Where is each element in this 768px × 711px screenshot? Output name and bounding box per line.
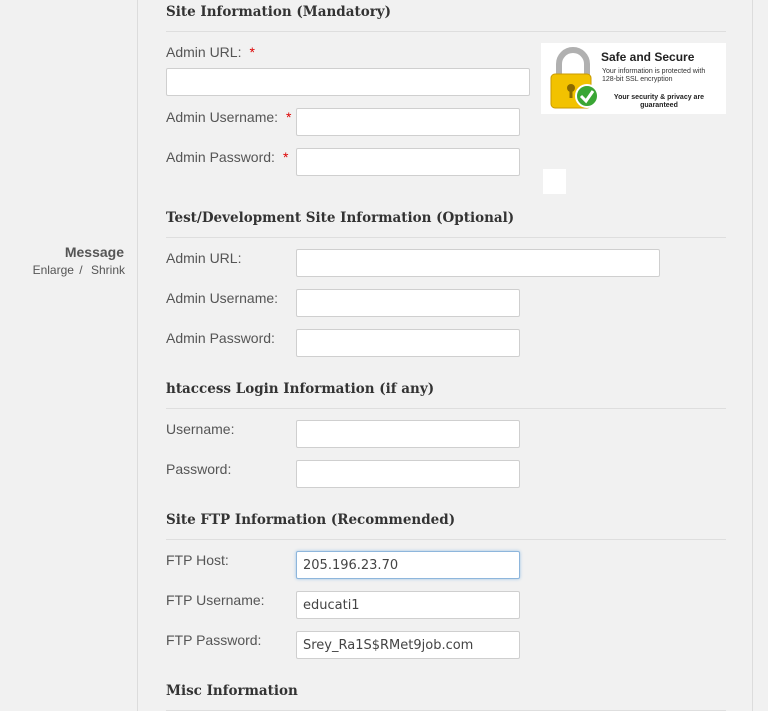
misc-title: Misc Information xyxy=(166,683,298,699)
htaccess-username-label: Username: xyxy=(166,421,235,437)
test-site-title: Test/Development Site Information (Optio… xyxy=(166,210,515,226)
ftp-host-input[interactable] xyxy=(296,551,520,579)
test-admin-url-label: Admin URL: xyxy=(166,250,242,266)
enlarge-shrink-controls: Enlarge / Shrink xyxy=(33,263,125,277)
admin-password-label: Admin Password: * xyxy=(166,149,289,165)
sidebar-column: Message Enlarge / Shrink xyxy=(0,0,138,711)
admin-username-label: Admin Username: * xyxy=(166,109,292,125)
padlock-icon xyxy=(550,47,599,109)
ssl-title: Safe and Secure xyxy=(601,50,695,64)
ftp-username-input[interactable] xyxy=(296,591,520,619)
test-admin-password-label: Admin Password: xyxy=(166,330,275,346)
section-divider xyxy=(166,237,726,238)
ssl-secure-badge: Safe and Secure Your information is prot… xyxy=(541,43,726,114)
admin-url-label: Admin URL: * xyxy=(166,44,255,60)
test-admin-password-input[interactable] xyxy=(296,329,520,357)
required-marker: * xyxy=(282,149,289,165)
section-divider xyxy=(166,539,726,540)
ftp-password-input[interactable] xyxy=(296,631,520,659)
shrink-link[interactable]: Shrink xyxy=(91,263,125,277)
section-divider xyxy=(166,31,726,32)
htaccess-password-input[interactable] xyxy=(296,460,520,488)
ftp-host-label: FTP Host: xyxy=(166,552,229,568)
test-admin-url-input[interactable] xyxy=(296,249,660,277)
separator: / xyxy=(79,263,83,277)
ssl-line1: Your information is protected with xyxy=(602,68,706,75)
form-column: Site Information (Mandatory) Admin URL: *… xyxy=(138,0,753,711)
test-admin-username-label: Admin Username: xyxy=(166,290,279,306)
blank-box xyxy=(543,169,566,194)
ftp-username-label: FTP Username: xyxy=(166,592,265,608)
ssl-guarantee: Your security & privacy are guaranteed xyxy=(613,94,705,109)
admin-username-input[interactable] xyxy=(296,108,520,136)
test-admin-username-input[interactable] xyxy=(296,289,520,317)
message-label: Message xyxy=(64,244,124,260)
site-info-title: Site Information (Mandatory) xyxy=(166,4,392,20)
htaccess-password-label: Password: xyxy=(166,461,232,477)
required-marker: * xyxy=(286,109,292,125)
htaccess-title: htaccess Login Information (if any) xyxy=(166,381,435,397)
ftp-title: Site FTP Information (Recommended) xyxy=(166,512,456,528)
admin-password-input[interactable] xyxy=(296,148,520,176)
ssl-line2: 128-bit SSL encryption xyxy=(602,76,673,83)
htaccess-username-input[interactable] xyxy=(296,420,520,448)
section-divider xyxy=(166,408,726,409)
ftp-password-label: FTP Password: xyxy=(166,632,262,648)
enlarge-link[interactable]: Enlarge xyxy=(33,263,74,277)
admin-url-input[interactable] xyxy=(166,68,530,96)
required-marker: * xyxy=(249,44,255,60)
